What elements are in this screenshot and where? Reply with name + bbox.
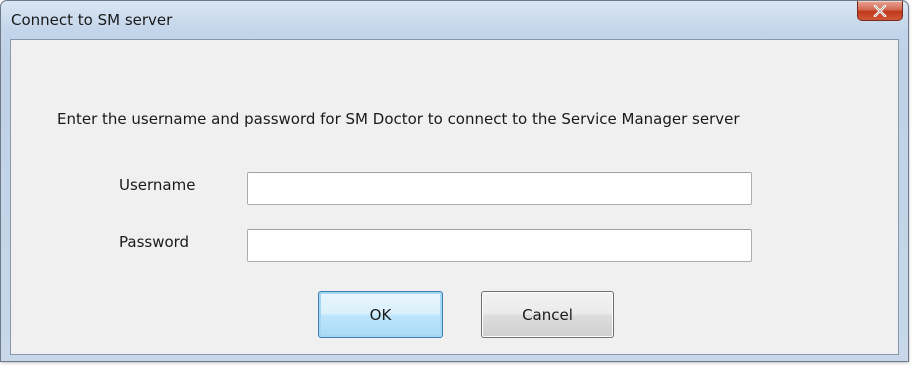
dialog-body: Enter the username and password for SM D… bbox=[10, 39, 899, 355]
ok-button[interactable]: OK bbox=[318, 291, 443, 338]
dialog-window: Connect to SM server Enter the username … bbox=[0, 0, 909, 362]
close-button[interactable] bbox=[857, 1, 903, 21]
cancel-button-label: Cancel bbox=[522, 305, 573, 324]
instruction-text: Enter the username and password for SM D… bbox=[57, 110, 740, 128]
window-title: Connect to SM server bbox=[11, 11, 173, 29]
username-field[interactable] bbox=[247, 172, 752, 205]
username-label: Username bbox=[119, 176, 196, 194]
ok-button-label: OK bbox=[369, 305, 392, 324]
cancel-button[interactable]: Cancel bbox=[481, 291, 614, 338]
password-label: Password bbox=[119, 233, 190, 251]
close-icon bbox=[873, 4, 887, 17]
password-field[interactable] bbox=[247, 229, 752, 262]
title-bar[interactable]: Connect to SM server bbox=[1, 1, 908, 39]
